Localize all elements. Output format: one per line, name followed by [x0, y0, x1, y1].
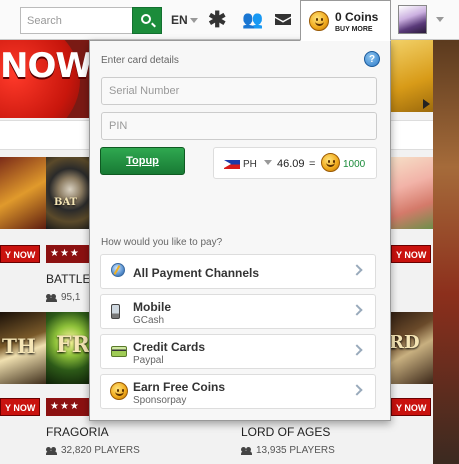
chevron-down-icon[interactable]	[436, 17, 444, 22]
buy-now-button[interactable]: Y NOW	[391, 398, 432, 416]
promo-banner-left[interactable]: NOW!	[0, 40, 95, 118]
payment-option-title: Credit Cards	[133, 340, 206, 354]
buy-now-button[interactable]: Y NOW	[0, 398, 41, 416]
help-icon[interactable]: ?	[364, 51, 380, 67]
chevron-right-icon	[351, 384, 363, 396]
country-code[interactable]: PH	[243, 159, 257, 170]
avatar[interactable]	[398, 5, 427, 34]
game-players: 13,935 PLAYERS	[241, 445, 335, 456]
players-icon	[46, 447, 57, 455]
chevron-down-icon	[189, 18, 198, 23]
equals-sign: =	[309, 158, 316, 170]
pin-field[interactable]	[101, 112, 377, 140]
asterisk-icon[interactable]: ✱	[208, 9, 226, 31]
payment-option-subtitle: GCash	[133, 315, 165, 326]
game-thumbnail-battle[interactable]: BAT	[46, 157, 94, 229]
promo-banner-text: NOW!	[0, 46, 95, 86]
payment-option-title: All Payment Channels	[133, 266, 260, 280]
topup-button[interactable]: Topup	[100, 147, 185, 175]
game-title[interactable]: LORD OF AGES	[241, 425, 330, 439]
payment-option-title: Mobile	[133, 300, 171, 314]
payment-question: How would you like to pay?	[101, 237, 223, 248]
payment-option-credit-cards[interactable]: Credit Cards Paypal	[100, 334, 376, 369]
game-thumbnail[interactable]	[385, 157, 433, 229]
rating-stars: ★★★	[46, 398, 90, 416]
chevron-right-icon	[351, 264, 363, 276]
rate-value: 46.09	[277, 158, 305, 170]
exchange-rate-box: PH 46.09 = 1000	[213, 147, 377, 179]
side-artwork	[433, 40, 459, 464]
payment-option-subtitle: Sponsorpay	[133, 395, 187, 406]
payment-option-title: Earn Free Coins	[133, 380, 226, 394]
rate-coins: 1000	[343, 159, 366, 170]
game-title[interactable]: FRAGORIA	[46, 425, 109, 439]
coin-icon	[321, 153, 340, 172]
game-title[interactable]: BATTLE	[46, 272, 90, 286]
serial-number-field[interactable]	[101, 77, 377, 105]
game-players: 32,820 PLAYERS	[46, 445, 140, 456]
chevron-right-icon	[351, 304, 363, 316]
philippines-flag-icon	[224, 160, 240, 169]
players-icon	[241, 447, 252, 455]
promo-banner-right[interactable]	[385, 40, 433, 112]
coins-amount: 0 Coins	[335, 10, 379, 24]
chevron-down-icon[interactable]	[264, 160, 272, 165]
game-thumbnail[interactable]	[0, 157, 48, 229]
game-players: 95,1	[46, 292, 80, 303]
buy-now-button[interactable]: Y NOW	[391, 245, 432, 263]
coin-icon	[110, 382, 128, 400]
game-thumbnail-fragoria[interactable]: FR	[46, 312, 94, 384]
buy-more-label: BUY MORE	[335, 26, 373, 33]
mail-icon[interactable]	[275, 14, 291, 25]
coins-balance-button[interactable]: 0 Coins BUY MORE	[300, 0, 391, 41]
payment-option-mobile[interactable]: Mobile GCash	[100, 294, 376, 329]
search-button[interactable]	[132, 7, 162, 34]
game-thumbnail[interactable]: TH	[0, 312, 48, 384]
coin-icon	[309, 11, 329, 31]
payment-option-all-channels[interactable]: All Payment Channels	[100, 254, 376, 289]
payment-option-subtitle: Paypal	[133, 355, 164, 366]
buy-now-button[interactable]: Y NOW	[0, 245, 41, 263]
rating-stars: ★★★	[46, 245, 90, 263]
next-arrow-icon[interactable]	[423, 99, 430, 109]
game-thumbnail-lord-of-ages[interactable]: RD	[385, 312, 433, 384]
payment-option-earn-free-coins[interactable]: Earn Free Coins Sponsorpay	[100, 374, 376, 409]
players-icon	[46, 294, 57, 302]
credit-card-icon	[111, 346, 127, 357]
card-details-heading: Enter card details	[101, 55, 179, 66]
friends-icon[interactable]: 👥	[242, 11, 263, 29]
language-selector[interactable]: EN	[171, 13, 198, 27]
search-icon	[141, 14, 151, 24]
search-input[interactable]	[20, 7, 132, 34]
chevron-right-icon	[351, 344, 363, 356]
mobile-phone-icon	[111, 304, 120, 319]
buy-coins-panel: Enter card details ? Topup PH 46.09 = 10…	[89, 40, 391, 421]
globe-icon	[111, 263, 125, 277]
